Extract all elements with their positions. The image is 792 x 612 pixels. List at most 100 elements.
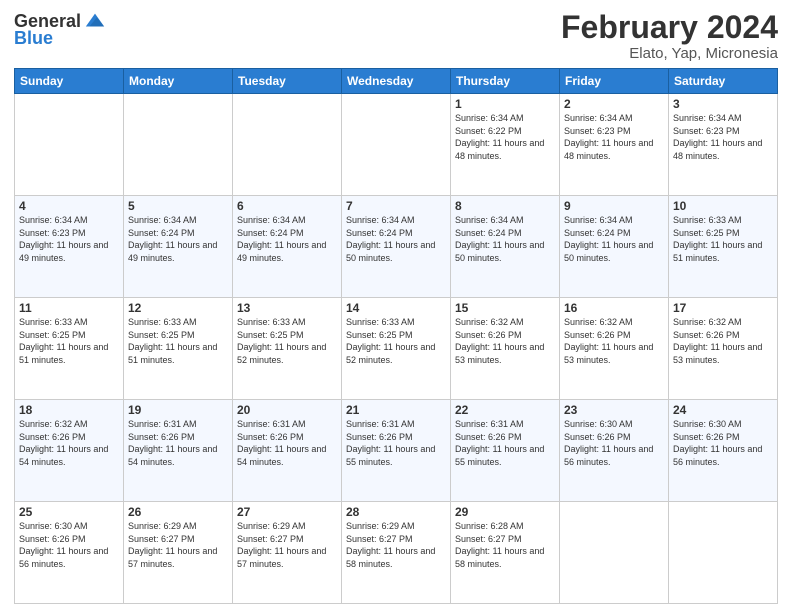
day-info-29: Sunrise: 6:28 AM Sunset: 6:27 PM Dayligh… bbox=[455, 520, 555, 570]
day-info-12: Sunrise: 6:33 AM Sunset: 6:25 PM Dayligh… bbox=[128, 316, 228, 366]
cell-w3-d7: 17Sunrise: 6:32 AM Sunset: 6:26 PM Dayli… bbox=[669, 298, 778, 400]
cell-w5-d3: 27Sunrise: 6:29 AM Sunset: 6:27 PM Dayli… bbox=[233, 502, 342, 604]
day-info-7: Sunrise: 6:34 AM Sunset: 6:24 PM Dayligh… bbox=[346, 214, 446, 264]
logo: General Blue bbox=[14, 10, 106, 49]
day-info-2: Sunrise: 6:34 AM Sunset: 6:23 PM Dayligh… bbox=[564, 112, 664, 162]
cell-w4-d1: 18Sunrise: 6:32 AM Sunset: 6:26 PM Dayli… bbox=[15, 400, 124, 502]
logo-icon bbox=[84, 10, 106, 32]
week-row-1: 1Sunrise: 6:34 AM Sunset: 6:22 PM Daylig… bbox=[15, 94, 778, 196]
day-info-26: Sunrise: 6:29 AM Sunset: 6:27 PM Dayligh… bbox=[128, 520, 228, 570]
cell-w3-d1: 11Sunrise: 6:33 AM Sunset: 6:25 PM Dayli… bbox=[15, 298, 124, 400]
cell-w2-d4: 7Sunrise: 6:34 AM Sunset: 6:24 PM Daylig… bbox=[342, 196, 451, 298]
page: General Blue February 2024 Elato, Yap, M… bbox=[0, 0, 792, 612]
day-number-4: 4 bbox=[19, 199, 119, 213]
day-info-1: Sunrise: 6:34 AM Sunset: 6:22 PM Dayligh… bbox=[455, 112, 555, 162]
cell-w1-d7: 3Sunrise: 6:34 AM Sunset: 6:23 PM Daylig… bbox=[669, 94, 778, 196]
cell-w5-d7 bbox=[669, 502, 778, 604]
day-info-13: Sunrise: 6:33 AM Sunset: 6:25 PM Dayligh… bbox=[237, 316, 337, 366]
cell-w2-d1: 4Sunrise: 6:34 AM Sunset: 6:23 PM Daylig… bbox=[15, 196, 124, 298]
day-number-23: 23 bbox=[564, 403, 664, 417]
day-info-8: Sunrise: 6:34 AM Sunset: 6:24 PM Dayligh… bbox=[455, 214, 555, 264]
day-info-3: Sunrise: 6:34 AM Sunset: 6:23 PM Dayligh… bbox=[673, 112, 773, 162]
day-info-11: Sunrise: 6:33 AM Sunset: 6:25 PM Dayligh… bbox=[19, 316, 119, 366]
col-wednesday: Wednesday bbox=[342, 69, 451, 94]
day-info-10: Sunrise: 6:33 AM Sunset: 6:25 PM Dayligh… bbox=[673, 214, 773, 264]
cell-w1-d2 bbox=[124, 94, 233, 196]
header: General Blue February 2024 Elato, Yap, M… bbox=[14, 10, 778, 62]
title-location: Elato, Yap, Micronesia bbox=[561, 45, 778, 62]
calendar-header-row: Sunday Monday Tuesday Wednesday Thursday… bbox=[15, 69, 778, 94]
cell-w2-d7: 10Sunrise: 6:33 AM Sunset: 6:25 PM Dayli… bbox=[669, 196, 778, 298]
day-number-16: 16 bbox=[564, 301, 664, 315]
day-info-21: Sunrise: 6:31 AM Sunset: 6:26 PM Dayligh… bbox=[346, 418, 446, 468]
day-number-27: 27 bbox=[237, 505, 337, 519]
day-info-25: Sunrise: 6:30 AM Sunset: 6:26 PM Dayligh… bbox=[19, 520, 119, 570]
cell-w5-d1: 25Sunrise: 6:30 AM Sunset: 6:26 PM Dayli… bbox=[15, 502, 124, 604]
week-row-2: 4Sunrise: 6:34 AM Sunset: 6:23 PM Daylig… bbox=[15, 196, 778, 298]
logo-blue: Blue bbox=[14, 28, 53, 49]
col-saturday: Saturday bbox=[669, 69, 778, 94]
cell-w3-d6: 16Sunrise: 6:32 AM Sunset: 6:26 PM Dayli… bbox=[560, 298, 669, 400]
col-sunday: Sunday bbox=[15, 69, 124, 94]
cell-w4-d6: 23Sunrise: 6:30 AM Sunset: 6:26 PM Dayli… bbox=[560, 400, 669, 502]
cell-w2-d6: 9Sunrise: 6:34 AM Sunset: 6:24 PM Daylig… bbox=[560, 196, 669, 298]
day-number-9: 9 bbox=[564, 199, 664, 213]
cell-w4-d3: 20Sunrise: 6:31 AM Sunset: 6:26 PM Dayli… bbox=[233, 400, 342, 502]
day-number-3: 3 bbox=[673, 97, 773, 111]
calendar-table: Sunday Monday Tuesday Wednesday Thursday… bbox=[14, 68, 778, 604]
day-number-21: 21 bbox=[346, 403, 446, 417]
cell-w3-d5: 15Sunrise: 6:32 AM Sunset: 6:26 PM Dayli… bbox=[451, 298, 560, 400]
day-info-15: Sunrise: 6:32 AM Sunset: 6:26 PM Dayligh… bbox=[455, 316, 555, 366]
cell-w1-d1 bbox=[15, 94, 124, 196]
day-number-11: 11 bbox=[19, 301, 119, 315]
col-monday: Monday bbox=[124, 69, 233, 94]
day-number-17: 17 bbox=[673, 301, 773, 315]
week-row-5: 25Sunrise: 6:30 AM Sunset: 6:26 PM Dayli… bbox=[15, 502, 778, 604]
cell-w4-d2: 19Sunrise: 6:31 AM Sunset: 6:26 PM Dayli… bbox=[124, 400, 233, 502]
day-number-2: 2 bbox=[564, 97, 664, 111]
day-info-19: Sunrise: 6:31 AM Sunset: 6:26 PM Dayligh… bbox=[128, 418, 228, 468]
col-friday: Friday bbox=[560, 69, 669, 94]
day-number-28: 28 bbox=[346, 505, 446, 519]
day-number-10: 10 bbox=[673, 199, 773, 213]
cell-w5-d5: 29Sunrise: 6:28 AM Sunset: 6:27 PM Dayli… bbox=[451, 502, 560, 604]
day-number-12: 12 bbox=[128, 301, 228, 315]
title-block: February 2024 Elato, Yap, Micronesia bbox=[561, 10, 778, 62]
cell-w5-d2: 26Sunrise: 6:29 AM Sunset: 6:27 PM Dayli… bbox=[124, 502, 233, 604]
cell-w4-d7: 24Sunrise: 6:30 AM Sunset: 6:26 PM Dayli… bbox=[669, 400, 778, 502]
col-tuesday: Tuesday bbox=[233, 69, 342, 94]
cell-w1-d6: 2Sunrise: 6:34 AM Sunset: 6:23 PM Daylig… bbox=[560, 94, 669, 196]
day-info-5: Sunrise: 6:34 AM Sunset: 6:24 PM Dayligh… bbox=[128, 214, 228, 264]
day-info-4: Sunrise: 6:34 AM Sunset: 6:23 PM Dayligh… bbox=[19, 214, 119, 264]
cell-w1-d5: 1Sunrise: 6:34 AM Sunset: 6:22 PM Daylig… bbox=[451, 94, 560, 196]
cell-w3-d4: 14Sunrise: 6:33 AM Sunset: 6:25 PM Dayli… bbox=[342, 298, 451, 400]
day-number-13: 13 bbox=[237, 301, 337, 315]
cell-w4-d5: 22Sunrise: 6:31 AM Sunset: 6:26 PM Dayli… bbox=[451, 400, 560, 502]
cell-w2-d2: 5Sunrise: 6:34 AM Sunset: 6:24 PM Daylig… bbox=[124, 196, 233, 298]
day-info-28: Sunrise: 6:29 AM Sunset: 6:27 PM Dayligh… bbox=[346, 520, 446, 570]
day-number-5: 5 bbox=[128, 199, 228, 213]
cell-w2-d5: 8Sunrise: 6:34 AM Sunset: 6:24 PM Daylig… bbox=[451, 196, 560, 298]
day-info-14: Sunrise: 6:33 AM Sunset: 6:25 PM Dayligh… bbox=[346, 316, 446, 366]
day-info-27: Sunrise: 6:29 AM Sunset: 6:27 PM Dayligh… bbox=[237, 520, 337, 570]
cell-w5-d4: 28Sunrise: 6:29 AM Sunset: 6:27 PM Dayli… bbox=[342, 502, 451, 604]
day-number-22: 22 bbox=[455, 403, 555, 417]
day-info-6: Sunrise: 6:34 AM Sunset: 6:24 PM Dayligh… bbox=[237, 214, 337, 264]
cell-w3-d2: 12Sunrise: 6:33 AM Sunset: 6:25 PM Dayli… bbox=[124, 298, 233, 400]
day-number-1: 1 bbox=[455, 97, 555, 111]
title-month: February 2024 bbox=[561, 10, 778, 45]
day-info-24: Sunrise: 6:30 AM Sunset: 6:26 PM Dayligh… bbox=[673, 418, 773, 468]
cell-w1-d3 bbox=[233, 94, 342, 196]
week-row-3: 11Sunrise: 6:33 AM Sunset: 6:25 PM Dayli… bbox=[15, 298, 778, 400]
day-number-14: 14 bbox=[346, 301, 446, 315]
day-number-26: 26 bbox=[128, 505, 228, 519]
col-thursday: Thursday bbox=[451, 69, 560, 94]
day-info-17: Sunrise: 6:32 AM Sunset: 6:26 PM Dayligh… bbox=[673, 316, 773, 366]
day-number-20: 20 bbox=[237, 403, 337, 417]
day-number-7: 7 bbox=[346, 199, 446, 213]
day-info-23: Sunrise: 6:30 AM Sunset: 6:26 PM Dayligh… bbox=[564, 418, 664, 468]
day-info-9: Sunrise: 6:34 AM Sunset: 6:24 PM Dayligh… bbox=[564, 214, 664, 264]
day-info-22: Sunrise: 6:31 AM Sunset: 6:26 PM Dayligh… bbox=[455, 418, 555, 468]
day-info-20: Sunrise: 6:31 AM Sunset: 6:26 PM Dayligh… bbox=[237, 418, 337, 468]
cell-w5-d6 bbox=[560, 502, 669, 604]
